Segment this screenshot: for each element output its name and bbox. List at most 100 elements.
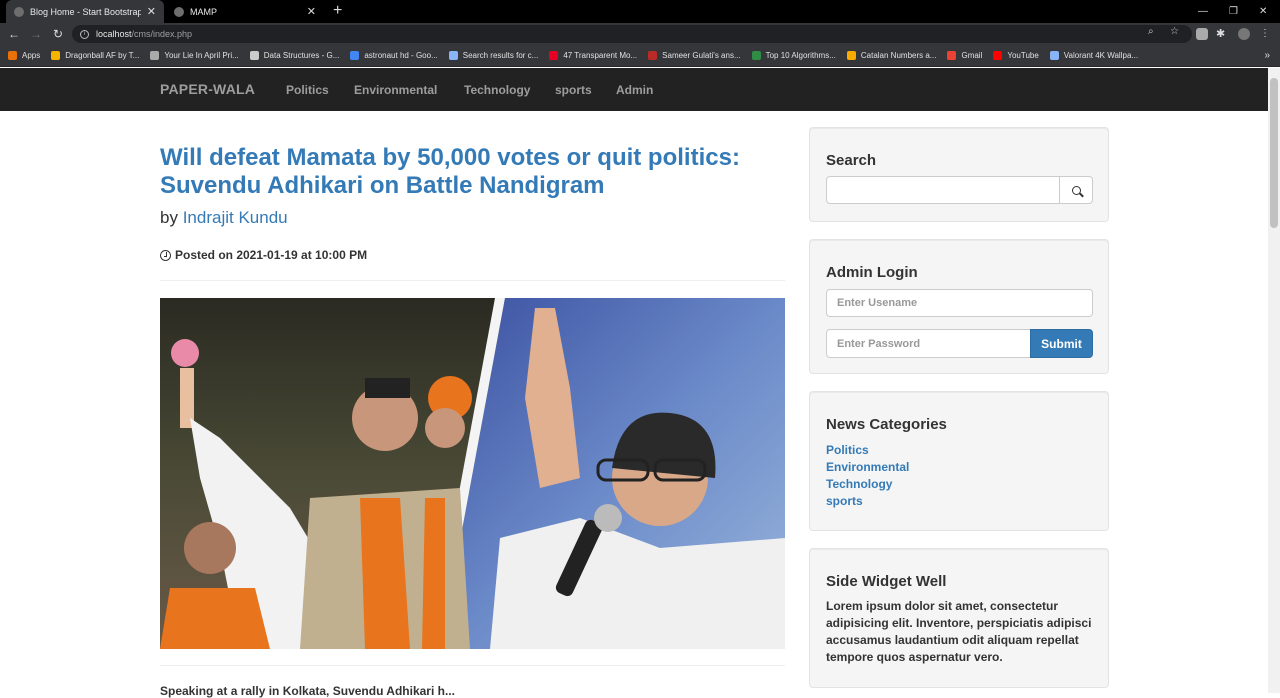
password-field[interactable]: Enter Password [826,329,1031,358]
bookmark-label: Your Lie In April Pri... [164,51,239,60]
bookmark-label: Sameer Gulati's ans... [662,51,741,60]
star-icon[interactable]: ☆ [1170,26,1179,37]
bookmark-item[interactable]: Search results for c... [448,51,539,60]
tab-label: Blog Home - Start Bootstrap Tem [30,6,141,17]
page-scrollbar[interactable] [1268,68,1280,693]
bookmark-item[interactable]: Sameer Gulati's ans... [648,51,741,60]
username-field[interactable]: Enter Usename [826,289,1093,317]
categories-title: News Categories [826,416,947,433]
zoom-icon[interactable]: ⌕ [1148,26,1154,37]
login-title: Admin Login [826,264,918,281]
menu-icon[interactable]: ⋮ [1260,28,1272,40]
search-button[interactable] [1059,176,1093,204]
minimize-button[interactable]: — [1198,0,1208,23]
bookmark-favicon-icon [448,51,458,60]
bookmark-item[interactable]: Apps [8,51,40,60]
bookmarks-overflow-button[interactable]: » [1264,50,1270,61]
back-button[interactable]: ← [6,26,22,42]
nav-link-sports[interactable]: sports [555,83,592,97]
post-photo-illustration [160,298,785,649]
url-text: localhost/cms/index.php [96,29,193,39]
bookmark-favicon-icon [350,51,360,60]
search-title: Search [826,152,877,169]
bookmark-item[interactable]: Your Lie In April Pri... [150,51,239,60]
submit-button[interactable]: Submit [1030,329,1093,358]
scrollbar-thumb[interactable] [1270,78,1278,228]
bookmark-label: Search results for c... [462,51,539,60]
bookmark-favicon-icon [1049,51,1059,60]
post-excerpt: Speaking at a rally in Kolkata, Suvendu … [160,684,455,698]
address-bar[interactable]: i localhost/cms/index.php [72,25,1192,43]
bookmark-favicon-icon [648,51,658,60]
post-image [160,298,785,649]
puzzle-icon[interactable]: ✱ [1216,28,1228,40]
tab-blog-home[interactable]: Blog Home - Start Bootstrap Tem ✕ [6,0,164,23]
bookmark-favicon-icon [8,51,17,60]
bookmark-favicon-icon [993,51,1003,60]
bookmark-label: Catalan Numbers a... [860,51,937,60]
bookmark-label: Valorant 4K Wallpa... [1063,51,1139,60]
bookmark-item[interactable]: YouTube [993,51,1039,60]
bookmark-label: 47 Transparent Mo... [563,51,638,60]
restore-button[interactable]: ❐ [1229,0,1238,23]
search-icon [1071,185,1081,195]
bookmark-item[interactable]: Catalan Numbers a... [846,51,937,60]
site-brand[interactable]: PAPER-WALA [160,81,255,97]
nav-link-admin[interactable]: Admin [616,83,653,97]
categories-well: News Categories Politics Environmental T… [809,391,1109,531]
extension-icon[interactable] [1196,28,1208,40]
bookmark-label: Apps [22,51,41,60]
bookmarks-bar: Apps Dragonball AF by T... Your Lie In Apr… [0,45,1280,67]
bookmark-label: Dragonball AF by T... [65,51,140,60]
bookmark-favicon-icon [51,51,61,60]
browser-tab-strip: Blog Home - Start Bootstrap Tem ✕ MAMP ✕… [0,0,1280,23]
bookmark-label: YouTube [1007,51,1039,60]
nav-link-environmental[interactable]: Environmental [354,83,437,97]
profile-avatar[interactable] [1238,28,1250,40]
forward-button[interactable]: → [28,26,44,42]
globe-icon [174,6,184,17]
search-well: Search [809,127,1109,222]
author-link[interactable]: Indrajit Kundu [183,208,288,227]
admin-login-well: Admin Login Enter Usename Enter Password… [809,239,1109,374]
bookmark-favicon-icon [751,51,761,60]
bookmark-favicon-icon [549,51,559,60]
bookmark-label: Data Structures - G... [263,51,340,60]
divider [160,280,785,281]
post-date-text: Posted on 2021-01-19 at 10:00 PM [175,248,368,262]
divider [160,665,785,666]
bookmark-item[interactable]: Dragonball AF by T... [51,51,139,60]
nav-link-politics[interactable]: Politics [286,83,329,97]
globe-icon [14,6,24,17]
bookmark-item[interactable]: Top 10 Algorithms... [751,51,836,60]
site-navbar: PAPER-WALA Politics Environmental Techno… [0,68,1268,111]
bookmark-item[interactable]: Valorant 4K Wallpa... [1049,51,1139,60]
post-date: Posted on 2021-01-19 at 10:00 PM [160,248,367,262]
search-input[interactable] [826,176,1060,204]
tab-mamp[interactable]: MAMP ✕ [166,0,324,23]
category-link-environmental[interactable]: Environmental [826,459,909,476]
info-icon[interactable]: i [80,29,89,39]
close-icon[interactable]: ✕ [147,5,156,18]
close-icon[interactable]: ✕ [307,5,316,18]
bookmark-item[interactable]: Gmail [947,51,982,60]
bookmark-favicon-icon [947,51,957,60]
bookmark-favicon-icon [249,51,259,60]
window-close-button[interactable]: ✕ [1259,0,1267,23]
category-link-politics[interactable]: Politics [826,442,909,459]
post-title[interactable]: Will defeat Mamata by 50,000 votes or qu… [160,144,790,200]
bookmark-label: astronaut hd - Goo... [364,51,438,60]
bookmark-favicon-icon [150,51,160,60]
reload-button[interactable]: ↻ [50,26,66,42]
widget-title: Side Widget Well [826,573,947,590]
category-list: Politics Environmental Technology sports [826,442,909,510]
nav-link-technology[interactable]: Technology [464,83,530,97]
new-tab-button[interactable]: + [333,2,342,20]
bookmark-item[interactable]: Data Structures - G... [249,51,340,60]
post-byline: by Indrajit Kundu [160,208,288,227]
bookmark-item[interactable]: astronaut hd - Goo... [350,51,438,60]
category-link-technology[interactable]: Technology [826,476,909,493]
category-link-sports[interactable]: sports [826,493,909,510]
bookmark-item[interactable]: 47 Transparent Mo... [549,51,637,60]
bookmark-label: Top 10 Algorithms... [765,51,836,60]
